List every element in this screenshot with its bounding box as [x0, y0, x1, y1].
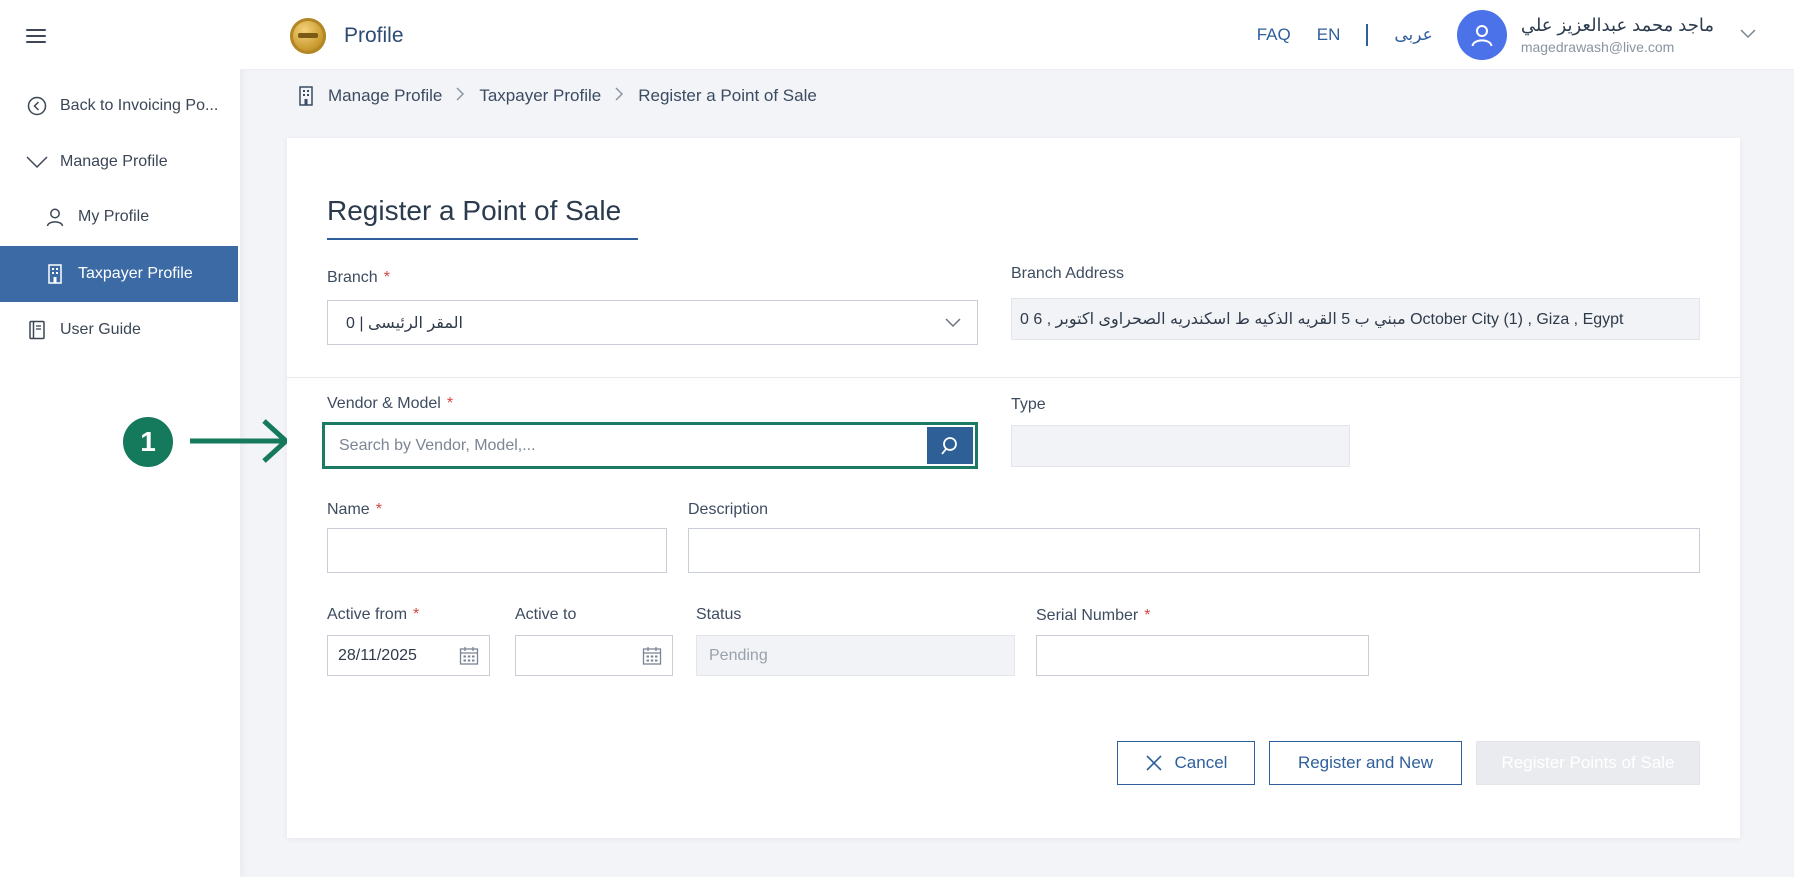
branch-address-value: 0 6 , مبني ب 5 القريه الذكيه ط اسكندريه …	[1020, 311, 1624, 328]
breadcrumb-current: Register a Point of Sale	[638, 86, 817, 105]
description-input[interactable]	[688, 528, 1700, 573]
active-from-input[interactable]: 28/11/2025	[327, 635, 490, 676]
lang-ar-link[interactable]: عربى	[1394, 25, 1432, 45]
page-title: Profile	[344, 24, 404, 47]
cancel-button[interactable]: Cancel	[1117, 741, 1255, 785]
search-button[interactable]	[927, 427, 973, 464]
breadcrumb: Manage Profile Taxpayer Profile Register…	[298, 86, 817, 106]
step-arrow-icon	[190, 419, 290, 463]
sidebar-item-manage-profile[interactable]: Manage Profile	[0, 140, 238, 184]
active-from-label: Active from *	[327, 606, 420, 623]
top-links: FAQ EN عربى ماجد محمد عبدالعزيز علي mage…	[1257, 0, 1794, 70]
sidebar-item-taxpayer-profile[interactable]: Taxpayer Profile	[0, 246, 238, 302]
user-info[interactable]: ماجد محمد عبدالعزيز علي magedrawash@live…	[1521, 15, 1714, 55]
status-value: Pending	[709, 646, 768, 664]
chevron-right-icon	[615, 87, 624, 105]
top-bar: Profile FAQ EN عربى ماجد محمد عبدالعزيز …	[240, 0, 1794, 70]
sidebar-item-label: Taxpayer Profile	[78, 265, 193, 282]
status-field: Pending	[696, 635, 1015, 676]
avatar[interactable]	[1456, 10, 1507, 60]
register-pos-form: Register a Point of Sale Branch * المقر ا…	[287, 138, 1740, 838]
user-name: ماجد محمد عبدالعزيز علي	[1520, 15, 1714, 35]
building-icon	[44, 263, 66, 285]
user-avatar-icon	[1471, 25, 1493, 47]
status-label: Status	[696, 606, 742, 623]
sidebar-item-label: Manage Profile	[60, 153, 168, 170]
calendar-icon[interactable]	[642, 646, 662, 666]
sidebar-item-label: Back to Invoicing Po...	[60, 97, 219, 114]
serial-number-input[interactable]	[1036, 635, 1369, 676]
hamburger-menu-icon[interactable]	[26, 29, 46, 45]
branch-address-field: 0 6 , مبني ب 5 القريه الذكيه ط اسكندريه …	[1011, 298, 1700, 340]
sidebar-item-my-profile[interactable]: My Profile	[0, 195, 238, 239]
sidebar-item-label: User Guide	[60, 321, 141, 338]
type-field	[1011, 425, 1350, 467]
faq-link[interactable]: FAQ	[1257, 25, 1291, 45]
register-points-of-sale-button[interactable]: Register Points of Sale	[1476, 741, 1700, 785]
building-icon	[298, 86, 314, 106]
step-badge: 1	[123, 417, 173, 467]
active-to-label: Active to	[515, 606, 577, 623]
lang-en-link[interactable]: EN	[1317, 25, 1341, 45]
type-label: Type	[1011, 396, 1046, 413]
breadcrumb-manage-profile[interactable]: Manage Profile	[328, 86, 442, 106]
vendor-model-label: Vendor & Model *	[327, 395, 454, 412]
arrow-left-circle-icon	[26, 95, 48, 117]
description-label: Description	[688, 501, 769, 518]
register-and-new-button[interactable]: Register and New	[1269, 741, 1462, 785]
search-icon	[941, 436, 957, 455]
chevron-down-icon	[945, 317, 961, 328]
user-icon	[44, 206, 66, 228]
book-icon	[26, 319, 48, 341]
vendor-model-search	[322, 422, 978, 469]
branch-value: المقر الرئيسى | 0	[346, 314, 463, 332]
branch-address-label: Branch Address	[1011, 265, 1124, 282]
name-label: Name *	[327, 501, 382, 518]
section-divider	[287, 377, 1740, 378]
divider	[1366, 24, 1369, 46]
branch-label: Branch *	[327, 269, 390, 286]
calendar-icon[interactable]	[459, 646, 479, 666]
branch-select[interactable]: المقر الرئيسى | 0	[327, 300, 978, 345]
chevron-right-icon	[456, 87, 465, 105]
title-underline	[327, 238, 638, 240]
sidebar-item-back-to-invoicing[interactable]: Back to Invoicing Po...	[0, 84, 238, 128]
active-to-input[interactable]	[515, 635, 673, 676]
chevron-down-icon	[26, 151, 48, 173]
serial-number-label: Serial Number *	[1036, 607, 1151, 624]
user-email: magedrawash@live.com	[1520, 39, 1675, 55]
vendor-model-input[interactable]	[325, 425, 925, 466]
sidebar-item-user-guide[interactable]: User Guide	[0, 308, 238, 352]
form-title: Register a Point of Sale	[327, 195, 622, 226]
chevron-down-icon[interactable]	[1740, 26, 1756, 44]
sidebar-item-label: My Profile	[78, 208, 150, 225]
breadcrumb-taxpayer-profile[interactable]: Taxpayer Profile	[479, 86, 601, 106]
eta-logo	[290, 18, 326, 54]
close-icon	[1145, 755, 1162, 771]
name-input[interactable]	[327, 528, 667, 573]
active-from-value: 28/11/2025	[338, 646, 417, 664]
